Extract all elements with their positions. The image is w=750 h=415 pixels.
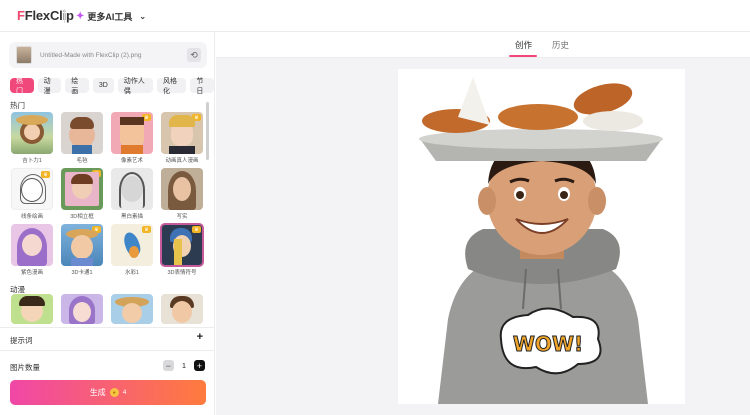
style-tile[interactable]: ♛ 线条绘画 — [11, 168, 53, 221]
style-tile[interactable]: ♛ 3D相立框 — [61, 168, 103, 221]
styles-scrollbar[interactable] — [206, 102, 209, 160]
style-label: 写实 — [176, 214, 188, 220]
style-tile-selected[interactable]: ♛ 3D表情符号 — [160, 223, 204, 277]
logo-text-flex: Flex — [24, 8, 50, 23]
style-thumbnail: ♛ — [11, 168, 53, 210]
section-heading-hot: 热门 — [10, 101, 25, 110]
style-label: 黑白素描 — [120, 214, 143, 220]
style-tile[interactable]: ♛ 动画真人漫画 — [161, 112, 203, 165]
chevron-down-icon: ⌄ — [139, 12, 147, 21]
style-label: 像素艺术 — [120, 158, 143, 164]
replace-image-icon[interactable]: ⟲ — [187, 48, 201, 62]
category-tab-holiday[interactable]: 节日 — [190, 78, 215, 95]
increase-count-button[interactable]: + — [194, 360, 205, 371]
premium-crown-icon: ♛ — [41, 171, 50, 178]
flexclip-logo[interactable]: FFlexClip — [17, 8, 74, 23]
style-tile[interactable]: 紫色漫画 — [11, 224, 53, 277]
style-thumbnail — [61, 112, 103, 154]
image-count-value: 1 — [181, 361, 186, 370]
category-tab-stylized[interactable]: 风格化 — [157, 78, 187, 95]
category-tab-hot[interactable]: 热门 — [10, 78, 34, 95]
credit-coin-icon: ● — [109, 388, 119, 397]
more-ai-tools-label: 更多AI工具 — [87, 12, 133, 22]
file-name: Untitled-Made with FlexClip (2).png — [40, 51, 142, 59]
style-tile[interactable]: 吉卜力1 — [11, 112, 53, 165]
sparkle-icon: ✦ — [76, 11, 85, 22]
more-ai-tools-menu[interactable]: ✦ 更多AI工具 ⌄ — [76, 10, 146, 23]
image-count-stepper: − 1 + — [162, 360, 205, 371]
tab-history[interactable]: 历史 — [552, 39, 569, 51]
style-thumbnail — [111, 294, 153, 324]
panel-divider — [0, 350, 215, 351]
svg-text:WOW!: WOW! — [513, 332, 583, 356]
style-thumbnail: ♛ — [161, 112, 203, 154]
style-label: 紫色漫画 — [20, 270, 43, 276]
style-thumbnail — [111, 168, 153, 210]
style-label: 动画真人漫画 — [165, 158, 199, 164]
style-tile[interactable]: ♛ 水彩1 — [111, 224, 153, 277]
preview-area: 创作 历史 WOW! — [216, 32, 750, 415]
style-tile[interactable] — [11, 294, 53, 324]
prompt-label: 提示词 — [10, 336, 33, 345]
generated-image-art: WOW! — [419, 77, 663, 404]
logo-text-clip: Clip — [49, 8, 74, 23]
style-label: 线条绘画 — [20, 214, 43, 220]
style-thumbnail: ♛ — [111, 224, 153, 266]
style-thumbnail — [161, 294, 203, 324]
style-panel: Untitled-Made with FlexClip (2).png ⟲ 热门… — [0, 32, 215, 415]
uploaded-file-card[interactable]: Untitled-Made with FlexClip (2).png ⟲ — [9, 42, 207, 68]
style-thumbnail — [61, 294, 103, 324]
style-label: 3D表情符号 — [167, 270, 197, 276]
decrease-count-button[interactable]: − — [162, 360, 174, 371]
style-tile[interactable]: ♛ 3D卡通1 — [61, 224, 103, 277]
style-thumbnail — [11, 112, 53, 154]
style-tile[interactable] — [61, 294, 103, 324]
file-thumbnail — [16, 46, 32, 64]
category-tab-3d[interactable]: 3D — [92, 78, 114, 93]
generated-image: WOW! — [398, 69, 685, 404]
generate-cost: 4 — [122, 389, 127, 396]
tab-create[interactable]: 创作 — [515, 39, 532, 51]
logo-mark: F — [17, 8, 25, 23]
anime-styles-grid — [11, 294, 203, 324]
style-tile[interactable] — [111, 294, 153, 324]
premium-crown-icon: ♛ — [142, 226, 151, 233]
style-tile[interactable]: 毛毡 — [61, 112, 103, 165]
category-tabs: 热门 动漫 绘画 3D 动作人偶 风格化 节日 — [10, 78, 215, 95]
add-prompt-icon[interactable]: + — [197, 331, 203, 343]
premium-crown-icon: ♛ — [192, 226, 201, 233]
style-label: 3D卡通1 — [71, 270, 93, 276]
category-tab-anime[interactable]: 动漫 — [37, 78, 62, 95]
hot-styles-grid: 吉卜力1 毛毡 ♛ 像素艺术 ♛ 动画真人漫画 ♛ 线条绘画 3D相立框 黑白素… — [11, 112, 204, 277]
result-tabs: 创作 历史 — [216, 32, 750, 58]
generate-label: 生成 — [89, 388, 106, 397]
category-tab-painting[interactable]: 绘画 — [65, 78, 89, 95]
top-bar: FFlexClip ✦ 更多AI工具 ⌄ — [0, 0, 750, 32]
style-thumbnail: ♛ — [61, 224, 103, 266]
category-tab-action-figure[interactable]: 动作人偶 — [117, 78, 153, 95]
style-thumbnail — [11, 224, 53, 266]
style-tile[interactable]: 写实 — [161, 168, 203, 221]
style-thumbnail: ♛ — [61, 168, 103, 210]
style-label: 吉卜力1 — [22, 158, 42, 164]
panel-divider — [0, 327, 215, 328]
style-tile[interactable]: 黑白素描 — [111, 168, 153, 221]
style-thumbnail: ♛ — [160, 223, 204, 267]
style-tile[interactable] — [161, 294, 203, 324]
style-thumbnail: ♛ — [111, 112, 153, 154]
active-tab-indicator — [509, 55, 537, 57]
style-thumbnail — [161, 168, 203, 210]
style-thumbnail — [11, 294, 53, 324]
image-count-label: 图片数量 — [10, 363, 40, 372]
topbar-divider — [64, 9, 65, 23]
style-label: 3D相立框 — [70, 214, 94, 220]
style-label: 毛毡 — [76, 158, 88, 164]
style-tile[interactable]: ♛ 像素艺术 — [111, 112, 153, 165]
style-label: 水彩1 — [124, 270, 140, 276]
generate-button[interactable]: 生成 ● 4 — [10, 380, 206, 405]
